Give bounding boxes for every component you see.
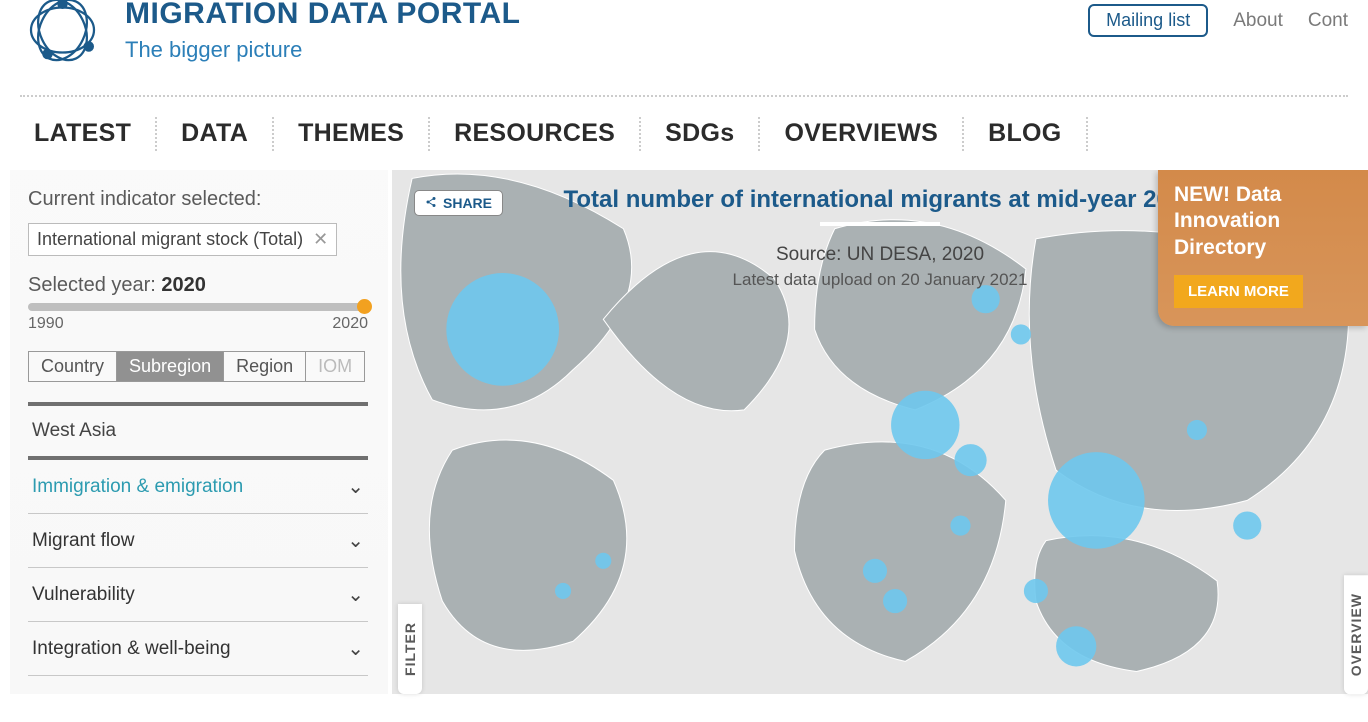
map-area[interactable]: SHARE Total number of international migr… xyxy=(392,170,1368,694)
top-links: Mailing list About Cont xyxy=(1088,4,1348,37)
chevron-down-icon: ⌄ xyxy=(347,528,364,553)
filter-tab[interactable]: FILTER xyxy=(398,604,422,694)
about-link[interactable]: About xyxy=(1233,10,1283,32)
mailing-list-button[interactable]: Mailing list xyxy=(1088,4,1208,37)
promo-title: NEW! Data Innovation Directory xyxy=(1174,182,1352,261)
nav-sdgs[interactable]: SDGs xyxy=(651,111,748,156)
brand: MIGRATION DATA PORTAL The bigger picture xyxy=(20,0,520,75)
share-icon xyxy=(425,195,437,211)
main-nav: LATEST DATA THEMES RESOURCES SDGs OVERVI… xyxy=(0,103,1368,170)
divider xyxy=(20,95,1348,97)
logo-icon xyxy=(20,0,105,75)
site-tagline: The bigger picture xyxy=(125,37,520,63)
acc-vulnerability[interactable]: Vulnerability ⌄ xyxy=(28,568,368,622)
overview-tab[interactable]: OVERVIEW xyxy=(1344,575,1368,694)
indicator-chip[interactable]: International migrant stock (Total) ✕ xyxy=(28,223,337,256)
tab-region[interactable]: Region xyxy=(224,352,306,381)
accordion: Immigration & emigration ⌄ Migrant flow … xyxy=(28,460,368,676)
slider-min: 1990 xyxy=(28,315,64,333)
tab-country[interactable]: Country xyxy=(29,352,117,381)
promo-box: NEW! Data Innovation Directory LEARN MOR… xyxy=(1158,170,1368,326)
remove-icon[interactable]: ✕ xyxy=(313,229,328,250)
chevron-down-icon: ⌄ xyxy=(347,636,364,661)
chevron-down-icon: ⌄ xyxy=(347,582,364,607)
tab-subregion[interactable]: Subregion xyxy=(117,352,224,381)
geo-tabs: Country Subregion Region IOM xyxy=(28,351,365,382)
nav-overviews[interactable]: OVERVIEWS xyxy=(770,111,952,156)
share-button[interactable]: SHARE xyxy=(414,190,503,216)
selected-year: Selected year: 2020 xyxy=(28,274,368,297)
learn-more-button[interactable]: LEARN MORE xyxy=(1174,275,1303,308)
year-slider[interactable] xyxy=(28,303,368,311)
year-value: 2020 xyxy=(161,274,206,296)
nav-data[interactable]: DATA xyxy=(167,111,262,156)
chevron-down-icon: ⌄ xyxy=(347,474,364,499)
indicator-label: Current indicator selected: xyxy=(28,188,368,211)
acc-integration[interactable]: Integration & well-being ⌄ xyxy=(28,622,368,676)
tab-iom[interactable]: IOM xyxy=(306,352,364,381)
slider-thumb[interactable] xyxy=(357,299,372,314)
nav-latest[interactable]: LATEST xyxy=(20,111,145,156)
site-title[interactable]: MIGRATION DATA PORTAL xyxy=(125,0,520,31)
contact-link[interactable]: Cont xyxy=(1308,10,1348,32)
nav-resources[interactable]: RESOURCES xyxy=(440,111,629,156)
nav-blog[interactable]: BLOG xyxy=(974,111,1075,156)
nav-themes[interactable]: THEMES xyxy=(284,111,418,156)
acc-migrant-flow[interactable]: Migrant flow ⌄ xyxy=(28,514,368,568)
acc-immigration[interactable]: Immigration & emigration ⌄ xyxy=(28,460,368,514)
slider-max: 2020 xyxy=(332,315,368,333)
category-select[interactable]: West Asia xyxy=(28,406,368,456)
indicator-chip-text: International migrant stock (Total) xyxy=(37,229,303,250)
filter-sidebar: Current indicator selected: Internationa… xyxy=(10,170,388,694)
